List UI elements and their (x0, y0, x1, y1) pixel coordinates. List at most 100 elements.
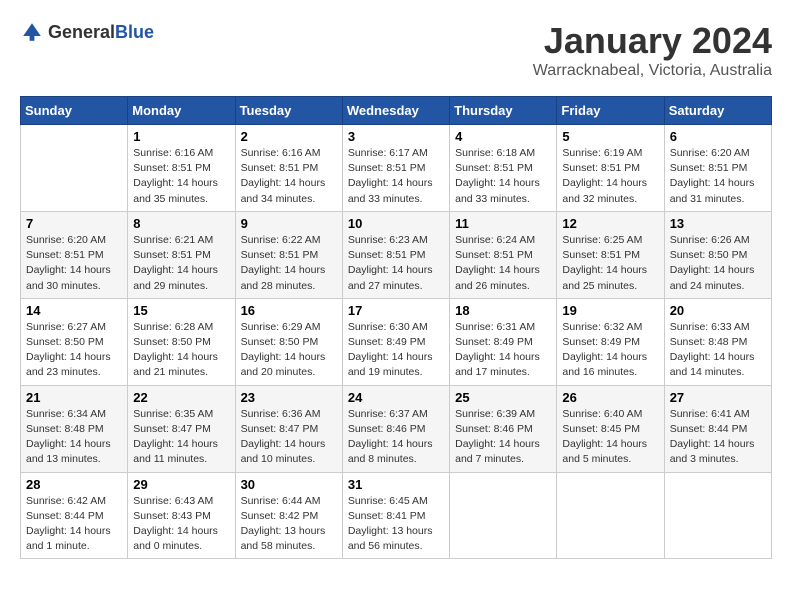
cell-info: Sunrise: 6:22 AM Sunset: 8:51 PM Dayligh… (241, 233, 337, 294)
cell-info: Sunrise: 6:20 AM Sunset: 8:51 PM Dayligh… (26, 233, 122, 294)
calendar-cell: 25 Sunrise: 6:39 AM Sunset: 8:46 PM Dayli… (450, 385, 557, 472)
calendar-cell: 24 Sunrise: 6:37 AM Sunset: 8:46 PM Dayli… (342, 385, 449, 472)
calendar-cell: 22 Sunrise: 6:35 AM Sunset: 8:47 PM Dayli… (128, 385, 235, 472)
day-header-friday: Friday (557, 97, 664, 125)
day-header-tuesday: Tuesday (235, 97, 342, 125)
calendar-cell: 11Sunrise: 6:24 AM Sunset: 8:51 PM Dayli… (450, 211, 557, 298)
logo-text-general: General (48, 22, 115, 42)
date-number: 7 (26, 216, 122, 231)
date-number: 30 (241, 477, 337, 492)
cell-info: Sunrise: 6:20 AM Sunset: 8:51 PM Dayligh… (670, 146, 766, 207)
cell-info: Sunrise: 6:27 AM Sunset: 8:50 PM Dayligh… (26, 320, 122, 381)
cell-info: Sunrise: 6:34 AM Sunset: 8:48 PM Dayligh… (26, 407, 122, 468)
calendar-week-row: 7 Sunrise: 6:20 AM Sunset: 8:51 PM Daylig… (21, 211, 772, 298)
logo-icon (20, 20, 44, 44)
cell-info: Sunrise: 6:17 AM Sunset: 8:51 PM Dayligh… (348, 146, 444, 207)
calendar-table: SundayMondayTuesdayWednesdayThursdayFrid… (20, 96, 772, 559)
cell-info: Sunrise: 6:30 AM Sunset: 8:49 PM Dayligh… (348, 320, 444, 381)
day-header-wednesday: Wednesday (342, 97, 449, 125)
calendar-week-row: 21 Sunrise: 6:34 AM Sunset: 8:48 PM Dayli… (21, 385, 772, 472)
date-number: 22 (133, 390, 229, 405)
calendar-cell: 31Sunrise: 6:45 AM Sunset: 8:41 PM Dayli… (342, 472, 449, 559)
calendar-cell (21, 125, 128, 212)
date-number: 3 (348, 129, 444, 144)
calendar-cell: 6 Sunrise: 6:20 AM Sunset: 8:51 PM Daylig… (664, 125, 771, 212)
cell-info: Sunrise: 6:33 AM Sunset: 8:48 PM Dayligh… (670, 320, 766, 381)
cell-info: Sunrise: 6:19 AM Sunset: 8:51 PM Dayligh… (562, 146, 658, 207)
cell-info: Sunrise: 6:21 AM Sunset: 8:51 PM Dayligh… (133, 233, 229, 294)
calendar-week-row: 14 Sunrise: 6:27 AM Sunset: 8:50 PM Dayli… (21, 298, 772, 385)
cell-info: Sunrise: 6:18 AM Sunset: 8:51 PM Dayligh… (455, 146, 551, 207)
calendar-cell: 17 Sunrise: 6:30 AM Sunset: 8:49 PM Dayli… (342, 298, 449, 385)
date-number: 26 (562, 390, 658, 405)
cell-info: Sunrise: 6:29 AM Sunset: 8:50 PM Dayligh… (241, 320, 337, 381)
calendar-cell: 26 Sunrise: 6:40 AM Sunset: 8:45 PM Dayli… (557, 385, 664, 472)
calendar-header-row: SundayMondayTuesdayWednesdayThursdayFrid… (21, 97, 772, 125)
cell-info: Sunrise: 6:40 AM Sunset: 8:45 PM Dayligh… (562, 407, 658, 468)
date-number: 17 (348, 303, 444, 318)
title-block: January 2024 Warracknabeal, Victoria, Au… (533, 20, 772, 80)
calendar-cell: 14 Sunrise: 6:27 AM Sunset: 8:50 PM Dayli… (21, 298, 128, 385)
cell-info: Sunrise: 6:41 AM Sunset: 8:44 PM Dayligh… (670, 407, 766, 468)
day-header-thursday: Thursday (450, 97, 557, 125)
location-subtitle: Warracknabeal, Victoria, Australia (533, 62, 772, 80)
calendar-cell: 2Sunrise: 6:16 AM Sunset: 8:51 PM Daylig… (235, 125, 342, 212)
date-number: 14 (26, 303, 122, 318)
page-header: GeneralBlue January 2024 Warracknabeal, … (20, 20, 772, 80)
calendar-cell: 9 Sunrise: 6:22 AM Sunset: 8:51 PM Daylig… (235, 211, 342, 298)
calendar-cell: 8Sunrise: 6:21 AM Sunset: 8:51 PM Daylig… (128, 211, 235, 298)
date-number: 25 (455, 390, 551, 405)
date-number: 29 (133, 477, 229, 492)
date-number: 18 (455, 303, 551, 318)
cell-info: Sunrise: 6:31 AM Sunset: 8:49 PM Dayligh… (455, 320, 551, 381)
cell-info: Sunrise: 6:16 AM Sunset: 8:51 PM Dayligh… (241, 146, 337, 207)
calendar-cell (664, 472, 771, 559)
date-number: 1 (133, 129, 229, 144)
date-number: 15 (133, 303, 229, 318)
cell-info: Sunrise: 6:28 AM Sunset: 8:50 PM Dayligh… (133, 320, 229, 381)
month-title: January 2024 (533, 20, 772, 62)
calendar-cell: 27Sunrise: 6:41 AM Sunset: 8:44 PM Dayli… (664, 385, 771, 472)
calendar-cell: 5 Sunrise: 6:19 AM Sunset: 8:51 PM Daylig… (557, 125, 664, 212)
date-number: 10 (348, 216, 444, 231)
cell-info: Sunrise: 6:36 AM Sunset: 8:47 PM Dayligh… (241, 407, 337, 468)
calendar-cell: 7 Sunrise: 6:20 AM Sunset: 8:51 PM Daylig… (21, 211, 128, 298)
calendar-cell: 15 Sunrise: 6:28 AM Sunset: 8:50 PM Dayli… (128, 298, 235, 385)
calendar-cell: 4Sunrise: 6:18 AM Sunset: 8:51 PM Daylig… (450, 125, 557, 212)
calendar-cell: 30Sunrise: 6:44 AM Sunset: 8:42 PM Dayli… (235, 472, 342, 559)
calendar-cell: 23 Sunrise: 6:36 AM Sunset: 8:47 PM Dayli… (235, 385, 342, 472)
calendar-cell: 18 Sunrise: 6:31 AM Sunset: 8:49 PM Dayli… (450, 298, 557, 385)
date-number: 5 (562, 129, 658, 144)
date-number: 24 (348, 390, 444, 405)
cell-info: Sunrise: 6:23 AM Sunset: 8:51 PM Dayligh… (348, 233, 444, 294)
date-number: 28 (26, 477, 122, 492)
calendar-cell: 12 Sunrise: 6:25 AM Sunset: 8:51 PM Dayli… (557, 211, 664, 298)
cell-info: Sunrise: 6:37 AM Sunset: 8:46 PM Dayligh… (348, 407, 444, 468)
date-number: 16 (241, 303, 337, 318)
date-number: 21 (26, 390, 122, 405)
cell-info: Sunrise: 6:25 AM Sunset: 8:51 PM Dayligh… (562, 233, 658, 294)
calendar-cell: 3 Sunrise: 6:17 AM Sunset: 8:51 PM Daylig… (342, 125, 449, 212)
calendar-cell: 13 Sunrise: 6:26 AM Sunset: 8:50 PM Dayli… (664, 211, 771, 298)
date-number: 9 (241, 216, 337, 231)
date-number: 23 (241, 390, 337, 405)
date-number: 20 (670, 303, 766, 318)
calendar-cell: 16 Sunrise: 6:29 AM Sunset: 8:50 PM Dayli… (235, 298, 342, 385)
calendar-cell (450, 472, 557, 559)
calendar-cell (557, 472, 664, 559)
date-number: 12 (562, 216, 658, 231)
date-number: 19 (562, 303, 658, 318)
calendar-week-row: 1 Sunrise: 6:16 AM Sunset: 8:51 PM Daylig… (21, 125, 772, 212)
calendar-cell: 29Sunrise: 6:43 AM Sunset: 8:43 PM Dayli… (128, 472, 235, 559)
cell-info: Sunrise: 6:26 AM Sunset: 8:50 PM Dayligh… (670, 233, 766, 294)
day-header-sunday: Sunday (21, 97, 128, 125)
date-number: 31 (348, 477, 444, 492)
date-number: 6 (670, 129, 766, 144)
calendar-cell: 20 Sunrise: 6:33 AM Sunset: 8:48 PM Dayli… (664, 298, 771, 385)
cell-info: Sunrise: 6:35 AM Sunset: 8:47 PM Dayligh… (133, 407, 229, 468)
cell-info: Sunrise: 6:39 AM Sunset: 8:46 PM Dayligh… (455, 407, 551, 468)
logo: GeneralBlue (20, 20, 154, 44)
cell-info: Sunrise: 6:32 AM Sunset: 8:49 PM Dayligh… (562, 320, 658, 381)
calendar-cell: 1Sunrise: 6:16 AM Sunset: 8:51 PM Daylig… (128, 125, 235, 212)
date-number: 13 (670, 216, 766, 231)
